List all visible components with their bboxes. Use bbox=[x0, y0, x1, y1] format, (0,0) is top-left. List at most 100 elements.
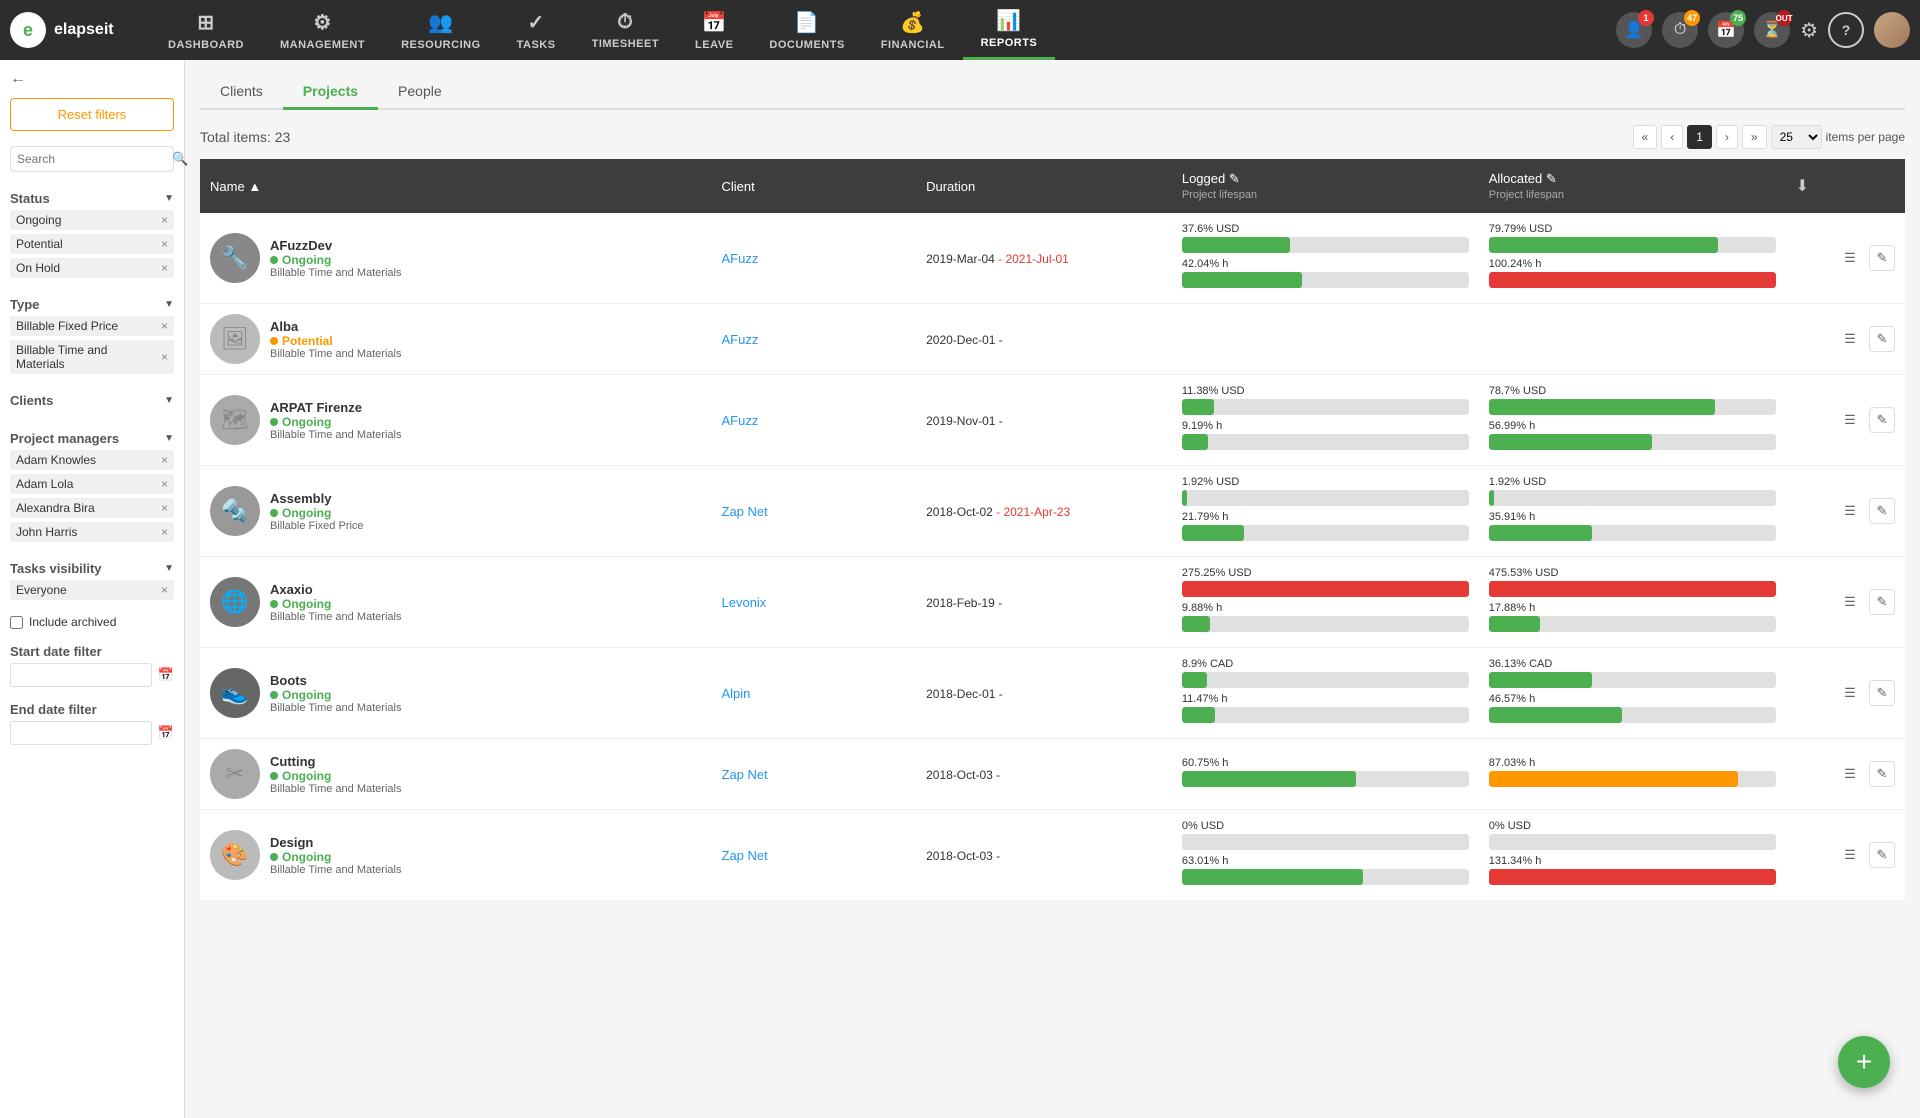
client-link-axaxio[interactable]: Levonix bbox=[722, 595, 767, 610]
list-action-icon-boots[interactable]: ☰ bbox=[1837, 680, 1863, 706]
first-page-button[interactable]: « bbox=[1633, 125, 1658, 149]
nav-item-management[interactable]: ⚙MANAGEMENT bbox=[262, 0, 383, 60]
notification-timer[interactable]: ⏱47 bbox=[1662, 12, 1698, 48]
tab-projects[interactable]: Projects bbox=[283, 75, 378, 110]
nav-item-dashboard[interactable]: ⊞DASHBOARD bbox=[150, 0, 262, 60]
tab-people[interactable]: People bbox=[378, 75, 462, 108]
notification-out[interactable]: ⏳OUT bbox=[1754, 12, 1790, 48]
status-filter-arrow: ▼ bbox=[164, 193, 174, 204]
start-date-calendar-icon[interactable]: 📅 bbox=[158, 667, 174, 683]
edit-action-icon-axaxio[interactable]: ✎ bbox=[1869, 589, 1895, 615]
tag-alexandra-bira: Alexandra Bira× bbox=[10, 498, 174, 518]
client-link-arpat[interactable]: AFuzz bbox=[722, 413, 759, 428]
project-thumbnail-assembly: 🔩 bbox=[210, 486, 260, 536]
nav-right: 👤1 ⏱47 📅75 ⏳OUT ⚙ ? bbox=[1616, 12, 1910, 48]
notification-calendar[interactable]: 📅75 bbox=[1708, 12, 1744, 48]
page-1-button[interactable]: 1 bbox=[1687, 125, 1712, 149]
search-input[interactable] bbox=[17, 152, 172, 166]
user-avatar[interactable] bbox=[1874, 12, 1910, 48]
edit-action-icon-afuzzdev[interactable]: ✎ bbox=[1869, 245, 1895, 271]
project-details-afuzzdev: AFuzzDev Ongoing Billable Time and Mater… bbox=[270, 238, 401, 279]
allocated-h-bar: 46.57% h bbox=[1489, 693, 1776, 723]
project-name-alba: Alba bbox=[270, 319, 401, 334]
list-action-icon-assembly[interactable]: ☰ bbox=[1837, 498, 1863, 524]
edit-action-icon-arpat[interactable]: ✎ bbox=[1869, 407, 1895, 433]
tasks-visibility-arrow: ▼ bbox=[164, 563, 174, 574]
sidebar-toggle-arrow[interactable]: ← bbox=[10, 70, 26, 88]
client-link-alba[interactable]: AFuzz bbox=[722, 332, 759, 347]
th-logged[interactable]: Logged ✎ Project lifespan bbox=[1172, 159, 1479, 213]
th-duration[interactable]: Duration bbox=[916, 159, 1172, 213]
list-action-icon-axaxio[interactable]: ☰ bbox=[1837, 589, 1863, 615]
list-action-icon-afuzzdev[interactable]: ☰ bbox=[1837, 245, 1863, 271]
list-action-icon-arpat[interactable]: ☰ bbox=[1837, 407, 1863, 433]
last-page-button[interactable]: » bbox=[1742, 125, 1767, 149]
project-status-alba: Potential bbox=[270, 334, 401, 348]
logged-edit-icon: ✎ bbox=[1229, 171, 1240, 186]
nav-item-documents[interactable]: 📄DOCUMENTS bbox=[751, 0, 862, 60]
client-link-assembly[interactable]: Zap Net bbox=[722, 504, 768, 519]
edit-action-icon-cutting[interactable]: ✎ bbox=[1869, 761, 1895, 787]
help-icon[interactable]: ? bbox=[1828, 12, 1864, 48]
nav-item-financial[interactable]: 💰FINANCIAL bbox=[863, 0, 963, 60]
list-action-icon-design[interactable]: ☰ bbox=[1837, 842, 1863, 868]
nav-item-leave[interactable]: 📅LEAVE bbox=[677, 0, 751, 60]
main-content: Clients Projects People Total items: 23 … bbox=[185, 60, 1920, 1118]
logged-h-bar: 60.75% h bbox=[1182, 757, 1469, 787]
end-date-filter: End date filter 📅 bbox=[10, 702, 174, 745]
edit-action-icon-alba[interactable]: ✎ bbox=[1869, 326, 1895, 352]
th-name[interactable]: Name ▲ bbox=[200, 159, 712, 213]
logged-h-bar: 21.79% h bbox=[1182, 511, 1469, 541]
allocated-usd-bar: 1.92% USD bbox=[1489, 476, 1776, 506]
edit-action-icon-design[interactable]: ✎ bbox=[1869, 842, 1895, 868]
notification-user[interactable]: 👤1 bbox=[1616, 12, 1652, 48]
project-status-boots: Ongoing bbox=[270, 688, 401, 702]
project-name-assembly: Assembly bbox=[270, 491, 364, 506]
include-archived-checkbox[interactable] bbox=[10, 616, 23, 629]
client-link-design[interactable]: Zap Net bbox=[722, 848, 768, 863]
name-sort-icon: ▲ bbox=[248, 179, 261, 194]
edit-action-icon-boots[interactable]: ✎ bbox=[1869, 680, 1895, 706]
top-nav: e elapseit ⊞DASHBOARD⚙MANAGEMENT👥RESOURC… bbox=[0, 0, 1920, 60]
prev-page-button[interactable]: ‹ bbox=[1661, 125, 1683, 149]
logo[interactable]: e elapseit bbox=[10, 12, 150, 48]
project-managers-filter: Project managers ▼ Adam Knowles× Adam Lo… bbox=[10, 427, 174, 542]
nav-item-tasks[interactable]: ✓TASKS bbox=[499, 0, 574, 60]
end-date-calendar-icon[interactable]: 📅 bbox=[158, 725, 174, 741]
project-details-arpat: ARPAT Firenze Ongoing Billable Time and … bbox=[270, 400, 401, 441]
logo-text: elapseit bbox=[54, 21, 114, 39]
start-date-input[interactable] bbox=[10, 663, 152, 687]
list-action-icon-cutting[interactable]: ☰ bbox=[1837, 761, 1863, 787]
settings-icon[interactable]: ⚙ bbox=[1800, 18, 1818, 43]
project-type-assembly: Billable Fixed Price bbox=[270, 520, 364, 532]
client-link-afuzzdev[interactable]: AFuzz bbox=[722, 251, 759, 266]
tab-clients[interactable]: Clients bbox=[200, 75, 283, 108]
list-action-icon-alba[interactable]: ☰ bbox=[1837, 326, 1863, 352]
nav-item-reports[interactable]: 📊REPORTS bbox=[963, 0, 1056, 60]
client-link-boots[interactable]: Alpin bbox=[722, 686, 751, 701]
allocated-h-bar: 35.91% h bbox=[1489, 511, 1776, 541]
table-header: Name ▲ Client Duration Logged ✎ Project … bbox=[200, 159, 1905, 213]
next-page-button[interactable]: › bbox=[1716, 125, 1738, 149]
th-client[interactable]: Client bbox=[712, 159, 917, 213]
th-allocated[interactable]: Allocated ✎ Project lifespan bbox=[1479, 159, 1786, 213]
edit-action-icon-assembly[interactable]: ✎ bbox=[1869, 498, 1895, 524]
allocated-edit-icon: ✎ bbox=[1546, 171, 1557, 186]
nav-item-resourcing[interactable]: 👥RESOURCING bbox=[383, 0, 499, 60]
download-icon[interactable]: ⬇ bbox=[1796, 178, 1809, 195]
management-nav-icon: ⚙ bbox=[313, 10, 331, 35]
items-per-page-select[interactable]: 25 50 100 bbox=[1771, 125, 1822, 149]
project-type-design: Billable Time and Materials bbox=[270, 864, 401, 876]
project-details-assembly: Assembly Ongoing Billable Fixed Price bbox=[270, 491, 364, 532]
end-date-input[interactable] bbox=[10, 721, 152, 745]
tag-everyone: Everyone× bbox=[10, 580, 174, 600]
tasks-nav-icon: ✓ bbox=[527, 10, 544, 35]
add-project-fab[interactable]: + bbox=[1838, 1036, 1890, 1088]
totals-row: Total items: 23 « ‹ 1 › » 25 50 100 item… bbox=[200, 125, 1905, 149]
client-link-cutting[interactable]: Zap Net bbox=[722, 767, 768, 782]
nav-item-timesheet[interactable]: ⏱TIMESHEET bbox=[574, 0, 677, 60]
table-row: 🔧 AFuzzDev Ongoing Billable Time and Mat… bbox=[200, 213, 1905, 304]
reset-filters-button[interactable]: Reset filters bbox=[10, 98, 174, 131]
project-status-assembly: Ongoing bbox=[270, 506, 364, 520]
project-details-cutting: Cutting Ongoing Billable Time and Materi… bbox=[270, 754, 401, 795]
